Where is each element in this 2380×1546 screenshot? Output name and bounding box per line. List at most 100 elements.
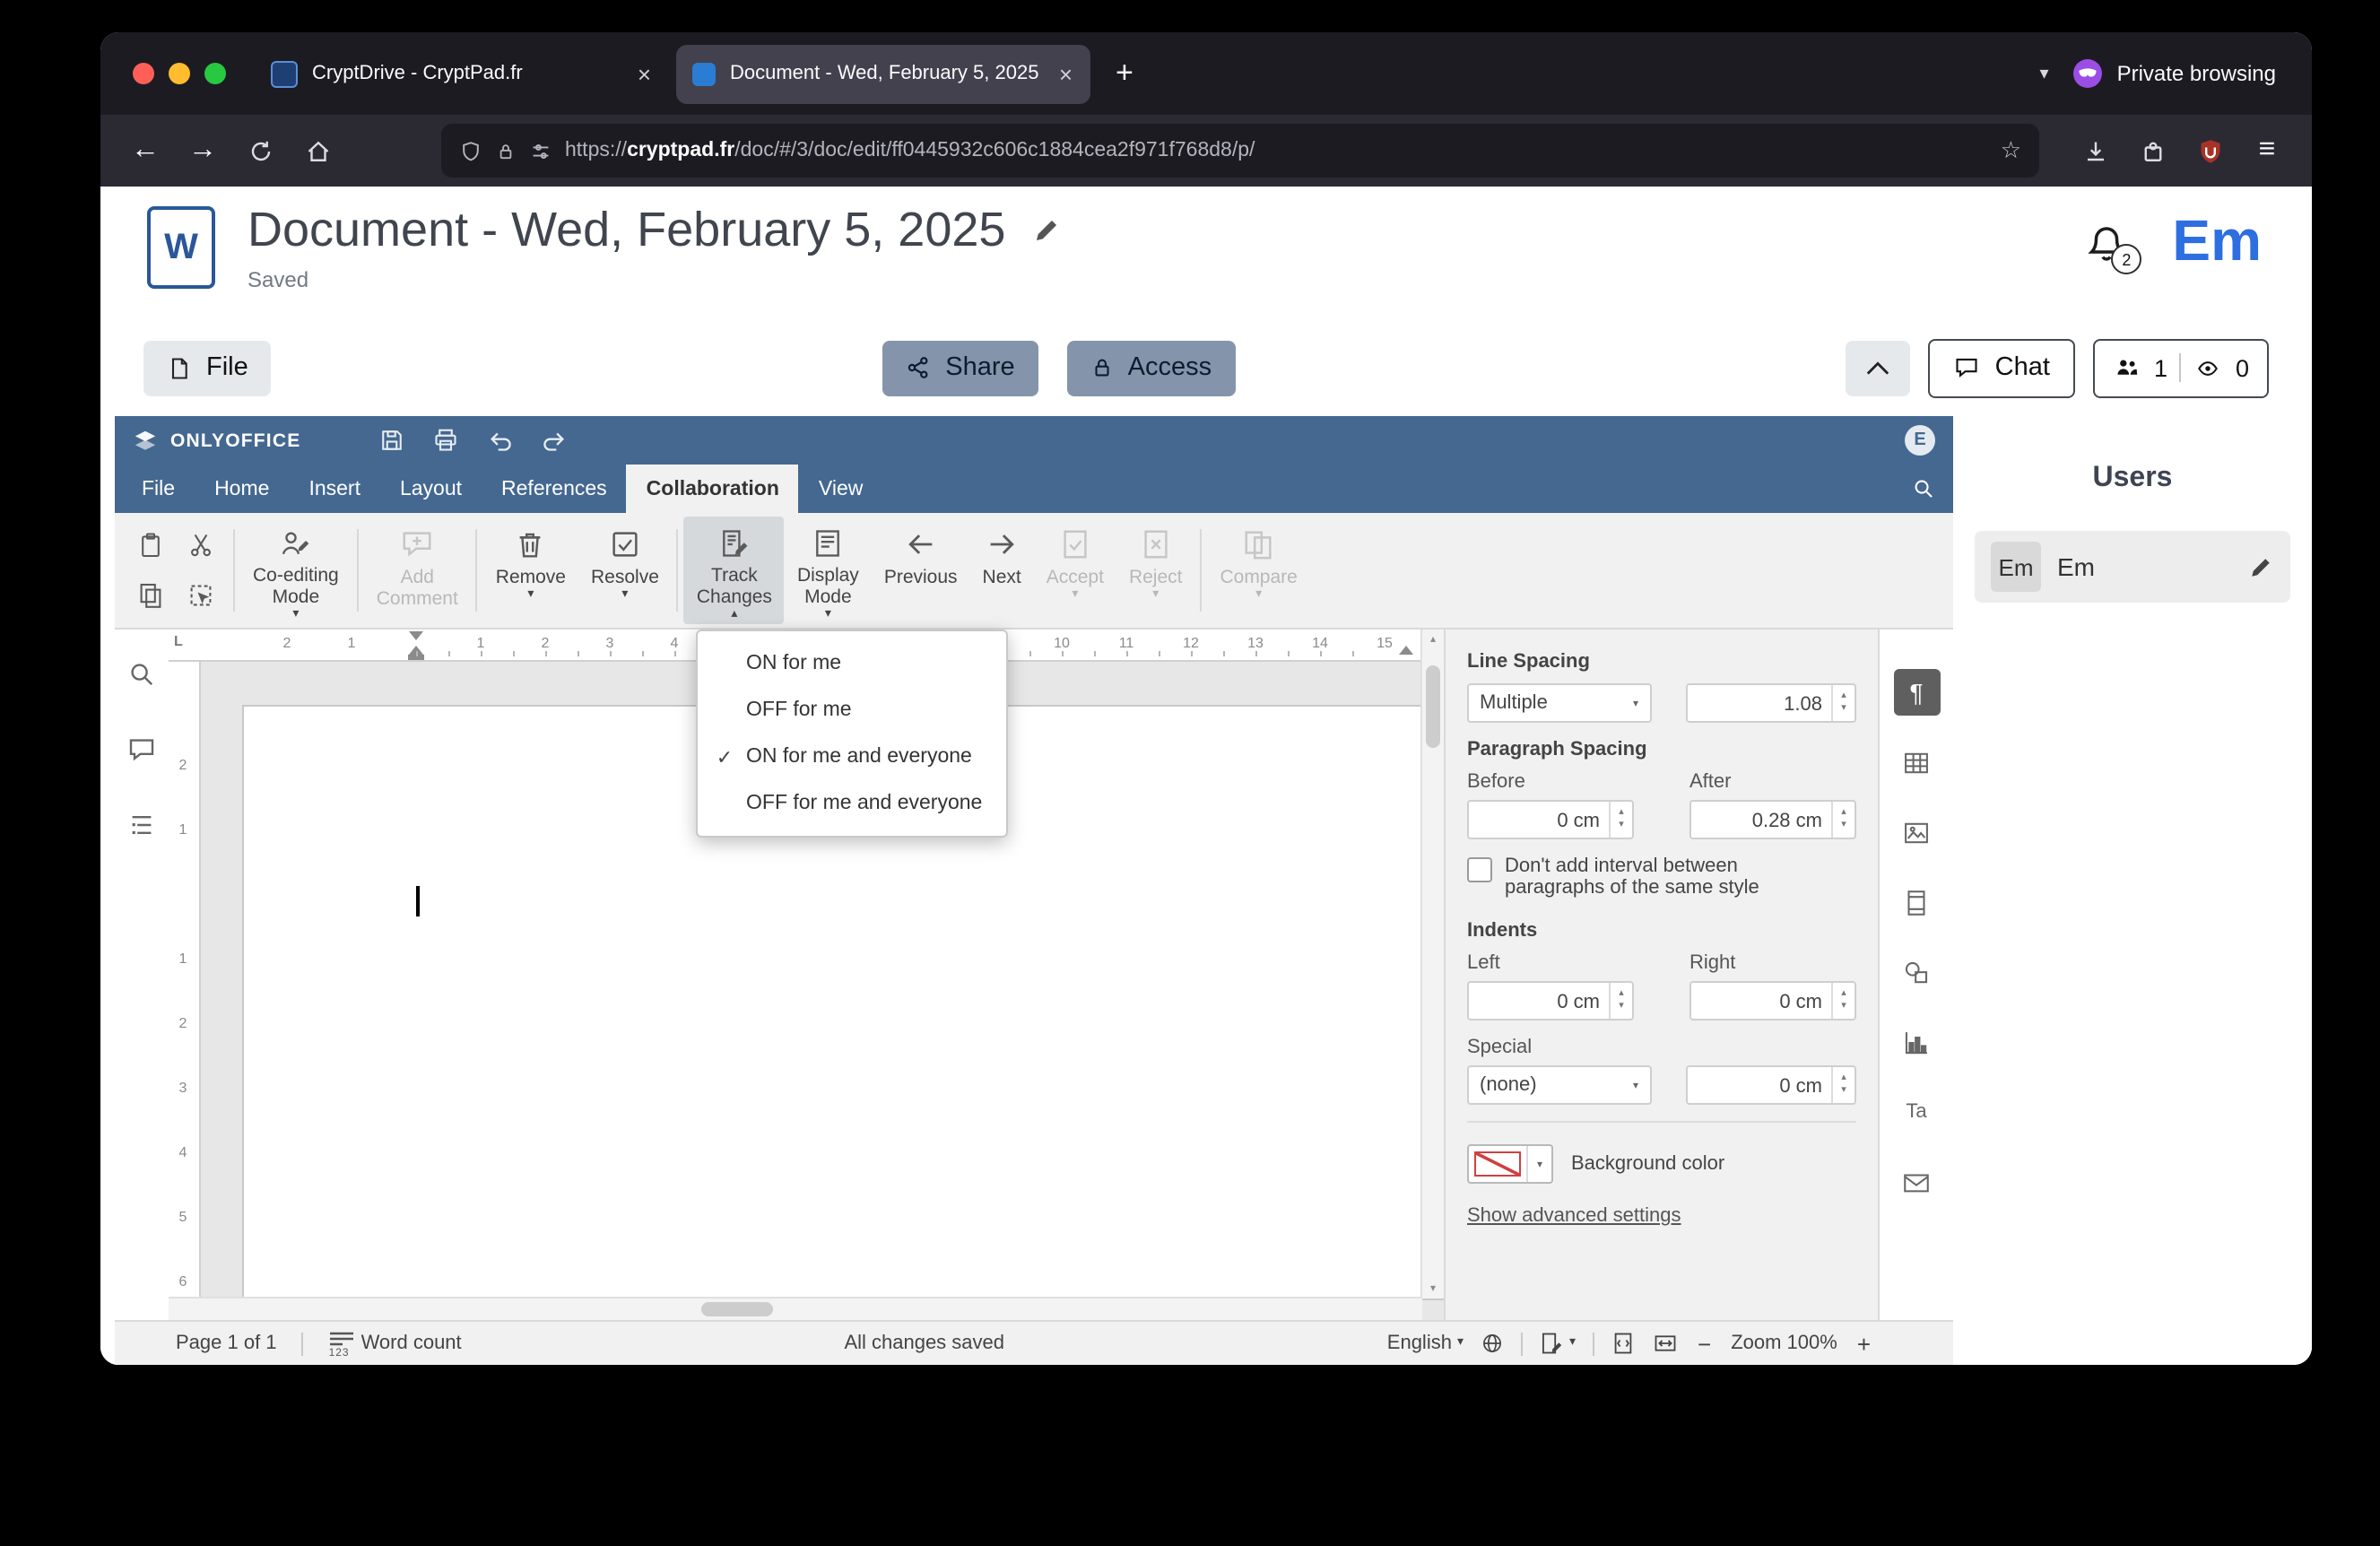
coediting-mode-button[interactable]: Co-editing Mode ▾	[240, 517, 352, 624]
indent-left-input[interactable]: 0 cm ▴ ▾	[1467, 981, 1634, 1021]
indent-right-input[interactable]: 0 cm ▴ ▾	[1689, 981, 1856, 1021]
horizontal-scroll-thumb[interactable]	[701, 1302, 773, 1316]
menu-view[interactable]: View	[799, 465, 882, 513]
lock-icon[interactable]	[495, 139, 517, 162]
notifications-button[interactable]: 2	[2084, 222, 2142, 274]
track-option-on-for-me[interactable]: ON for me	[698, 640, 1006, 687]
add-comment-button[interactable]: Add Comment	[364, 517, 471, 624]
app-menu-button[interactable]: ≡	[2240, 126, 2294, 176]
horizontal-scrollbar[interactable]	[169, 1297, 1422, 1320]
find-button[interactable]	[122, 655, 161, 694]
editor-search-button[interactable]	[1892, 465, 1953, 513]
spin-up-icon[interactable]: ▴	[1841, 690, 1846, 703]
spacing-after-input[interactable]: 0.28 cm ▴ ▾	[1689, 800, 1856, 839]
ublock-button[interactable]	[2183, 126, 2237, 176]
accept-change-button[interactable]: Accept ▾	[1034, 517, 1116, 624]
advanced-settings-link[interactable]: Show advanced settings	[1467, 1205, 1856, 1227]
copy-button[interactable]	[126, 571, 174, 620]
interval-checkbox[interactable]	[1467, 857, 1492, 882]
spin-up-icon[interactable]: ▴	[1619, 988, 1624, 1001]
select-all-button[interactable]	[176, 571, 224, 620]
previous-change-button[interactable]: Previous	[872, 517, 970, 624]
language-selector[interactable]: English ▾	[1387, 1333, 1464, 1354]
interval-checkbox-row[interactable]: Don't add interval between paragraphs of…	[1467, 856, 1856, 899]
print-button[interactable]	[419, 421, 473, 459]
redo-button[interactable]	[526, 421, 580, 459]
minimize-window-button[interactable]	[169, 63, 190, 84]
reload-button[interactable]	[233, 126, 287, 176]
forward-button[interactable]: →	[176, 126, 230, 176]
menu-references[interactable]: References	[482, 465, 627, 513]
spin-down-icon[interactable]: ▾	[1841, 1001, 1846, 1013]
display-mode-button[interactable]: Display Mode ▾	[785, 517, 872, 624]
tab-cryptdrive[interactable]: CryptDrive - CryptPad.fr ×	[255, 44, 669, 103]
close-tab-icon[interactable]: ×	[1057, 60, 1074, 87]
image-settings-tab[interactable]	[1893, 809, 1940, 856]
spin-down-icon[interactable]: ▾	[1841, 703, 1846, 716]
zoom-level[interactable]: Zoom 100%	[1731, 1333, 1837, 1354]
undo-button[interactable]	[473, 421, 526, 459]
spin-up-icon[interactable]: ▴	[1841, 807, 1846, 820]
spin-up-icon[interactable]: ▴	[1841, 988, 1846, 1001]
tab-document[interactable]: Document - Wed, February 5, 2025 ×	[676, 44, 1090, 103]
fit-page-icon[interactable]	[1610, 1331, 1635, 1356]
track-changes-status-toggle[interactable]: ▾	[1539, 1331, 1576, 1356]
home-button[interactable]	[291, 126, 344, 176]
chat-button[interactable]: Chat	[1928, 338, 2075, 397]
vertical-scroll-thumb[interactable]	[1426, 665, 1440, 748]
menu-insert[interactable]: Insert	[289, 465, 380, 513]
spin-up-icon[interactable]: ▴	[1619, 807, 1624, 820]
zoom-out-button[interactable]: −	[1694, 1330, 1715, 1357]
left-indent-box-marker[interactable]	[408, 655, 424, 660]
chevron-down-icon[interactable]: ▾	[1526, 1146, 1551, 1182]
spin-down-icon[interactable]: ▾	[1841, 820, 1846, 832]
file-button[interactable]: File	[143, 340, 272, 395]
vertical-scrollbar[interactable]: ▴ ▾	[1420, 630, 1444, 1298]
paste-button[interactable]	[126, 521, 174, 569]
table-settings-tab[interactable]	[1893, 739, 1940, 786]
back-button[interactable]: ←	[118, 126, 172, 176]
close-window-button[interactable]	[133, 63, 154, 84]
special-amount-input[interactable]: 0 cm ▴ ▾	[1686, 1065, 1856, 1105]
list-tabs-chevron-icon[interactable]: ▾	[2015, 64, 2074, 83]
right-indent-marker[interactable]	[1399, 646, 1413, 655]
chart-settings-tab[interactable]	[1893, 1019, 1940, 1065]
cut-button[interactable]	[176, 521, 224, 569]
paragraph-settings-tab[interactable]: ¶	[1893, 669, 1940, 716]
menu-layout[interactable]: Layout	[380, 465, 482, 513]
downloads-button[interactable]	[2068, 126, 2122, 176]
spin-down-icon[interactable]: ▾	[1619, 820, 1624, 832]
edit-name-pencil-icon[interactable]	[2247, 553, 2274, 580]
left-indent-marker[interactable]	[409, 646, 423, 655]
spellcheck-globe-icon[interactable]	[1480, 1331, 1505, 1356]
edit-title-pencil-icon[interactable]	[1030, 214, 1061, 245]
tab-stop-marker[interactable]: L	[174, 633, 183, 649]
line-spacing-amount[interactable]: 1.08 ▴ ▾	[1686, 683, 1856, 723]
comments-panel-button[interactable]	[122, 730, 161, 769]
maximize-window-button[interactable]	[204, 63, 226, 84]
track-changes-button[interactable]: Track Changes ▴	[683, 517, 785, 624]
header-footer-settings-tab[interactable]	[1893, 879, 1940, 925]
zoom-in-button[interactable]: +	[1854, 1330, 1874, 1357]
word-count-button[interactable]: 123 Word count	[329, 1330, 462, 1359]
track-option-off-for-me[interactable]: OFF for me	[698, 687, 1006, 734]
scroll-down-arrow[interactable]: ▾	[1422, 1282, 1444, 1295]
presence-counts[interactable]: 1 0	[2092, 338, 2269, 397]
navigation-panel-button[interactable]	[122, 805, 161, 845]
save-button[interactable]	[365, 421, 419, 459]
reject-change-button[interactable]: Reject ▾	[1116, 517, 1195, 624]
menu-collaboration[interactable]: Collaboration	[626, 465, 799, 513]
account-avatar[interactable]: Em	[2172, 204, 2262, 276]
textart-settings-tab[interactable]: Ta	[1893, 1089, 1940, 1135]
menu-file[interactable]: File	[122, 465, 195, 513]
scroll-up-arrow[interactable]: ▴	[1422, 633, 1444, 646]
collapse-toolbar-button[interactable]	[1846, 340, 1911, 395]
remove-comment-button[interactable]: Remove ▾	[483, 517, 578, 624]
shape-settings-tab[interactable]	[1893, 949, 1940, 995]
extensions-button[interactable]	[2125, 126, 2179, 176]
compare-button[interactable]: Compare ▾	[1207, 517, 1309, 624]
track-option-on-for-everyone[interactable]: ✓ ON for me and everyone	[698, 734, 1006, 780]
share-button[interactable]: Share	[882, 340, 1038, 395]
next-change-button[interactable]: Next	[970, 517, 1034, 624]
url-bar[interactable]: https://cryptpad.fr/doc/#/3/doc/edit/ff0…	[441, 124, 2039, 178]
